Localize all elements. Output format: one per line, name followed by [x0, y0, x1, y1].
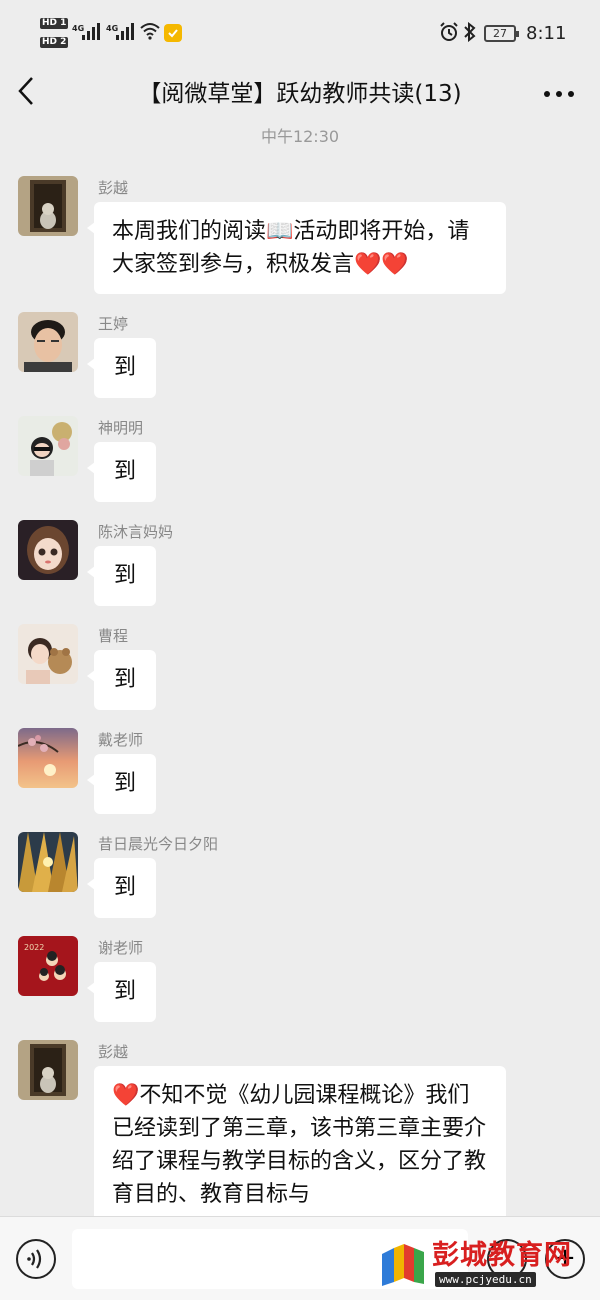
- message-text: 到: [113, 979, 136, 1004]
- sender-name: 谢老师: [98, 939, 144, 957]
- avatar[interactable]: 2022: [18, 936, 78, 996]
- avatar[interactable]: [18, 624, 78, 684]
- books-logo-icon: [382, 1244, 424, 1286]
- sender-name: 神明明: [98, 419, 144, 437]
- avatar[interactable]: [18, 728, 78, 788]
- watermark-url: www.pcjyedu.cn: [435, 1272, 536, 1287]
- message-bubble[interactable]: 到: [87, 962, 156, 1022]
- avatar[interactable]: [18, 416, 78, 476]
- chat-title: 【阅微草堂】跃幼教师共读(13): [138, 81, 462, 107]
- sim2-signal-icon: [116, 22, 134, 40]
- message-text: 本周我们的阅读📖活动即将开始，请大家签到参与，积极发言❤️❤️: [112, 219, 470, 277]
- hd1-badge: HD 1: [40, 18, 69, 29]
- vpn-shield-icon: [164, 24, 182, 42]
- message-timestamp: 中午12:30: [260, 127, 340, 146]
- site-watermark: 彭城教育网 www.pcjyedu.cn: [380, 1238, 590, 1294]
- battery-indicator: 27: [484, 25, 519, 42]
- message-bubble[interactable]: 本周我们的阅读📖活动即将开始，请大家签到参与，积极发言❤️❤️: [87, 202, 506, 294]
- message-bubble[interactable]: 到: [87, 858, 156, 918]
- sender-name: 陈沐言妈妈: [98, 523, 174, 541]
- message-bubble[interactable]: 到: [87, 338, 156, 398]
- sim1-signal-icon: [82, 22, 100, 40]
- message-text: 到: [113, 667, 136, 692]
- voice-icon[interactable]: [16, 1239, 56, 1279]
- sender-name: 曹程: [98, 627, 129, 645]
- bluetooth-icon: [463, 21, 477, 47]
- message-text: ❤️不知不觉《幼儿园课程概论》我们已经读到了第三章，该书第三章主要介绍了课程与教…: [112, 1083, 487, 1207]
- watermark-name: 彭城教育网: [432, 1240, 572, 1271]
- chat-header: 【阅微草堂】跃幼教师共读(13): [0, 68, 600, 122]
- alarm-clock-icon: [440, 22, 458, 47]
- sender-name: 彭越: [98, 179, 129, 197]
- message-text: 到: [113, 875, 136, 900]
- message-bubble[interactable]: 到: [87, 754, 156, 814]
- message-text: 到: [113, 563, 136, 588]
- wifi-icon: [140, 22, 160, 44]
- avatar[interactable]: [18, 1040, 78, 1100]
- avatar[interactable]: [18, 520, 78, 580]
- clock: 8:11: [526, 23, 567, 44]
- avatar[interactable]: [18, 176, 78, 236]
- more-dots-icon[interactable]: [542, 72, 576, 123]
- message-text: 到: [113, 355, 136, 380]
- chevron-left-icon[interactable]: [16, 74, 36, 117]
- hd2-badge: HD 2: [40, 37, 69, 48]
- message-bubble[interactable]: 到: [87, 650, 156, 710]
- sender-name: 彭越: [98, 1043, 129, 1061]
- message-text: 到: [113, 771, 136, 796]
- sender-name: 戴老师: [98, 731, 144, 749]
- message-bubble[interactable]: 到: [87, 546, 156, 606]
- sender-name: 昔日晨光今日夕阳: [98, 835, 219, 853]
- sender-name: 王婷: [98, 315, 129, 333]
- message-bubble[interactable]: 到: [87, 442, 156, 502]
- status-bar: HD 1 HD 2 4G 4G 27 8:11: [0, 0, 600, 68]
- avatar[interactable]: [18, 832, 78, 892]
- message-text: 到: [113, 459, 136, 484]
- avatar[interactable]: [18, 312, 78, 372]
- avatar-year-label: 2022: [24, 943, 44, 952]
